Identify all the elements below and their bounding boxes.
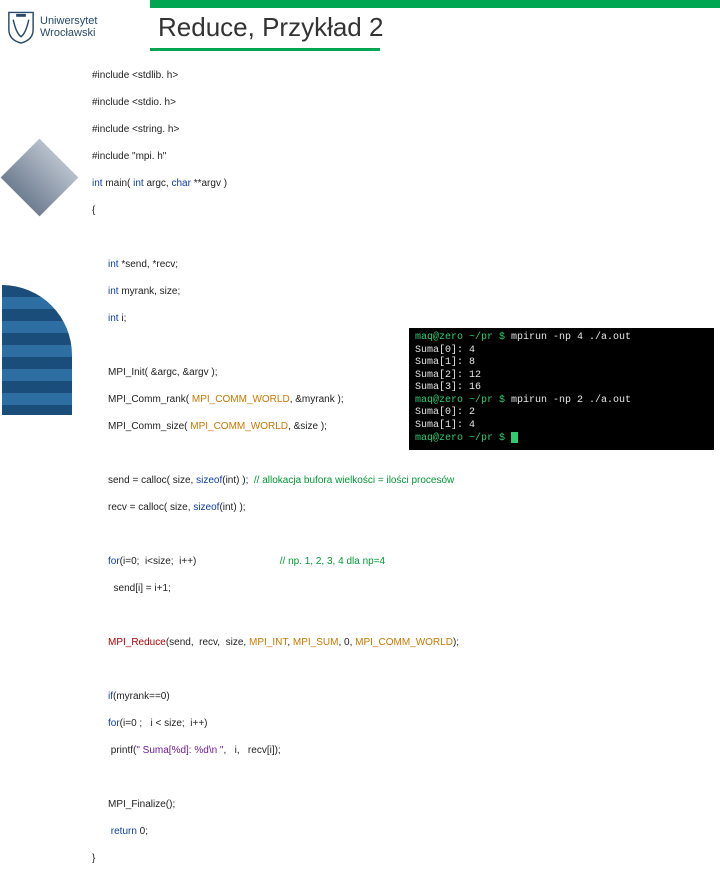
code-line: MPI_Finalize(); bbox=[92, 798, 710, 812]
university-name-line2: Wrocławski bbox=[40, 27, 97, 39]
code-line: return 0; bbox=[92, 825, 710, 839]
code-line bbox=[92, 609, 710, 623]
crest-icon bbox=[6, 10, 36, 44]
slide-title: Reduce, Przykład 2 bbox=[158, 12, 383, 43]
code-line bbox=[92, 663, 710, 677]
terminal-line: maq@zero ~/pr $ mpirun -np 4 ./a.out bbox=[415, 332, 708, 345]
terminal-line: maq@zero ~/pr $ bbox=[415, 432, 708, 446]
university-name: Uniwersytet Wrocławski bbox=[40, 15, 97, 39]
code-line: } bbox=[92, 852, 710, 866]
code-line: #include <stdlib. h> bbox=[92, 69, 710, 83]
cursor-icon bbox=[511, 432, 518, 443]
terminal-line: Suma[2]: 12 bbox=[415, 370, 708, 383]
code-line bbox=[92, 528, 710, 542]
code-line: { bbox=[92, 204, 710, 218]
code-line: for(i=0; i<size; i++) // np. 1, 2, 3, 4 … bbox=[92, 555, 710, 569]
code-line: for(i=0 ; i < size; i++) bbox=[92, 717, 710, 731]
code-line: #include <string. h> bbox=[92, 123, 710, 137]
code-line: MPI_Reduce(send, recv, size, MPI_INT, MP… bbox=[92, 636, 710, 650]
code-line: if(myrank==0) bbox=[92, 690, 710, 704]
terminal-line: Suma[1]: 4 bbox=[415, 420, 708, 433]
code-line: send[i] = i+1; bbox=[92, 582, 710, 596]
terminal-line: Suma[1]: 8 bbox=[415, 357, 708, 370]
code-line: #include <stdio. h> bbox=[92, 96, 710, 110]
terminal-line: Suma[0]: 2 bbox=[415, 407, 708, 420]
code-line bbox=[92, 771, 710, 785]
code-line: int i; bbox=[92, 312, 710, 326]
code-line: send = calloc( size, sizeof(int) ); // a… bbox=[92, 474, 710, 488]
header-accent-bar bbox=[150, 0, 720, 8]
code-listing: #include <stdlib. h> #include <stdio. h>… bbox=[92, 55, 710, 530]
code-line: #include "mpi. h" bbox=[92, 150, 710, 164]
title-underline bbox=[150, 48, 380, 51]
terminal-line: Suma[3]: 16 bbox=[415, 382, 708, 395]
code-line: int myrank, size; bbox=[92, 285, 710, 299]
terminal-output: maq@zero ~/pr $ mpirun -np 4 ./a.out Sum… bbox=[409, 328, 714, 450]
decorative-sidebar bbox=[0, 50, 80, 540]
decorative-square bbox=[1, 139, 79, 217]
code-line bbox=[92, 231, 710, 245]
terminal-line: maq@zero ~/pr $ mpirun -np 2 ./a.out bbox=[415, 395, 708, 408]
code-line: int *send, *recv; bbox=[92, 258, 710, 272]
terminal-line: Suma[0]: 4 bbox=[415, 345, 708, 358]
code-line: recv = calloc( size, sizeof(int) ); bbox=[92, 501, 710, 515]
university-name-line1: Uniwersytet bbox=[40, 15, 97, 27]
decorative-fan bbox=[2, 285, 72, 415]
code-line: printf(" Suma[%d]: %d\n ", i, recv[i]); bbox=[92, 744, 710, 758]
code-line: int main( int argc, char **argv ) bbox=[92, 177, 710, 191]
university-logo: Uniwersytet Wrocławski bbox=[6, 6, 146, 48]
